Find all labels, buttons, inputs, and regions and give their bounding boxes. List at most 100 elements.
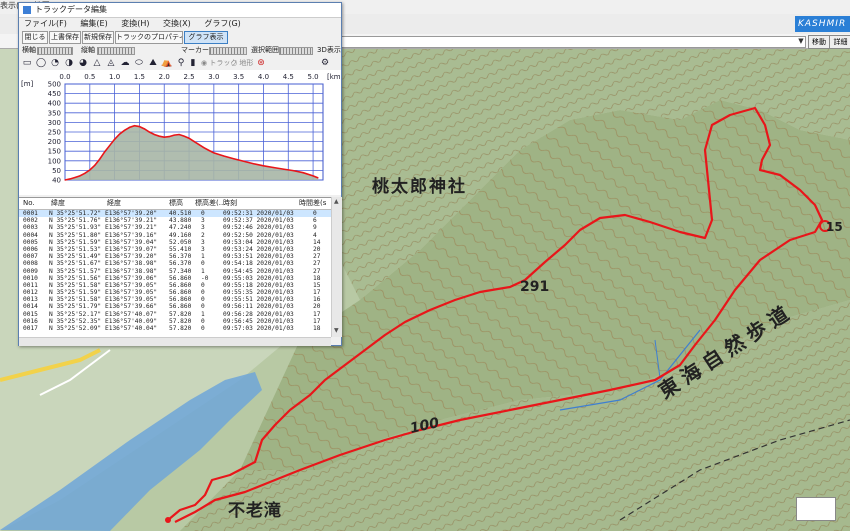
table-cell: 3 xyxy=(201,238,205,246)
map-label-elevation: 291 xyxy=(520,279,550,295)
elevation-point xyxy=(282,168,284,170)
table-cell: 57.820 xyxy=(169,310,192,318)
elevation-point xyxy=(138,125,141,128)
elevation-point xyxy=(148,131,150,133)
elevation-point xyxy=(262,165,265,167)
track-properties-button[interactable]: トラックのプロパティ xyxy=(115,31,183,44)
column-header[interactable]: 緯度 xyxy=(51,198,65,209)
table-cell: 09:52:37 2020/01/03 xyxy=(223,217,294,225)
x-tick-label: 5.0 xyxy=(308,73,319,81)
table-cell: 17 xyxy=(313,289,321,297)
x-tick-label: 0.0 xyxy=(59,73,70,81)
brand-logo: KASHMIR xyxy=(795,16,850,32)
table-row[interactable]: 0017 N 35°25'52.09" E136°57'40.04" 57.820 0 0… xyxy=(19,325,331,332)
detail-button[interactable]: 詳細 xyxy=(829,35,850,49)
save-new-button[interactable]: 新規保存 xyxy=(82,31,114,44)
map-label-falls: 不老滝 xyxy=(228,501,282,521)
track-point-table: No. 緯度 経度 標高 標高差(... 時刻 時間差(s 0001 N 35°25'51.7… xyxy=(19,197,331,338)
v-axis-slider[interactable] xyxy=(97,47,135,55)
scroll-down-icon[interactable]: ▼ xyxy=(334,327,339,334)
menu-exchange[interactable]: 交換(X) xyxy=(163,19,191,28)
elevation-point xyxy=(118,133,121,135)
table-cell: 56.370 xyxy=(169,253,192,261)
record-icon[interactable]: ⊛ xyxy=(255,58,267,68)
table-cell: 09:53:51 2020/01/03 xyxy=(223,253,294,261)
menu-convert[interactable]: 変換(H) xyxy=(121,19,149,28)
x-tick-label: 2.0 xyxy=(159,73,170,81)
menu-file[interactable]: ファイル(F) xyxy=(24,19,67,28)
elevation-point xyxy=(213,152,215,154)
pie-icon[interactable]: ◕ xyxy=(77,58,89,68)
circle-tool-icon[interactable]: ◯ xyxy=(35,58,47,68)
table-cell: 18 xyxy=(313,325,321,332)
table-row[interactable]: 0010 N 35°25'51.56" E136°57'39.06" 56.860 -0… xyxy=(19,275,331,282)
graph-display-button[interactable]: グラフ表示 xyxy=(184,31,228,44)
close-button[interactable]: 閉じる xyxy=(22,31,48,44)
move-button[interactable]: 移動 xyxy=(808,35,830,49)
column-header[interactable]: 標高 xyxy=(169,198,183,209)
table-cell: 2 xyxy=(201,231,205,239)
menu-edit[interactable]: 編集(E) xyxy=(80,19,107,28)
table-row[interactable]: 0003 N 35°25'51.93" E136°57'39.21" 47.240 3 0… xyxy=(19,224,331,231)
location-input[interactable] xyxy=(340,36,806,48)
column-header[interactable]: 標高差(... xyxy=(195,198,225,209)
chevron-down-icon[interactable]: ▼ xyxy=(797,36,805,46)
column-header[interactable]: 経度 xyxy=(107,198,121,209)
table-cell: 27 xyxy=(313,267,321,275)
view-3d-label[interactable]: 3D表示 xyxy=(317,44,341,56)
table-cell: N 35°25'51.56" xyxy=(49,274,102,282)
radio-terrain[interactable]: ○ 地形 xyxy=(231,58,253,68)
column-header[interactable]: 時間差(s xyxy=(299,198,326,209)
shape-icon[interactable]: ⬭ xyxy=(133,58,145,68)
y-unit-label: [m] xyxy=(21,80,34,88)
table-cell: 14 xyxy=(313,238,321,246)
table-cell: 0 xyxy=(313,210,317,217)
elevation-chart[interactable]: 0.0 0.5 1.0 1.5 2.0 2.5 3.0 3.5 4.0 4.5 5.0 500 450 4… xyxy=(19,70,341,195)
table-cell: 47.240 xyxy=(169,224,192,232)
mountain-icon[interactable]: △ xyxy=(91,58,103,68)
column-header[interactable]: 時刻 xyxy=(223,198,237,209)
table-row[interactable]: 0014 N 35°25'51.79" E136°57'39.66" 56.860 0 0… xyxy=(19,303,331,310)
area-icon[interactable]: ◬ xyxy=(105,58,117,68)
map-scale-control[interactable] xyxy=(796,497,836,521)
fill-icon[interactable]: ◑ xyxy=(63,58,75,68)
range-slider[interactable] xyxy=(279,47,313,55)
table-cell: 09:55:35 2020/01/03 xyxy=(223,289,294,297)
marker-slider[interactable] xyxy=(209,47,247,55)
walk-icon[interactable]: ⚲ xyxy=(175,58,187,68)
column-header[interactable]: No. xyxy=(23,198,35,209)
settings-icon[interactable]: ⚙ xyxy=(319,58,331,68)
table-cell: 0006 xyxy=(23,245,38,253)
table-row[interactable]: 0004 N 35°25'51.80" E136°57'39.16" 49.160 2 0… xyxy=(19,232,331,239)
table-row[interactable]: 0011 N 35°25'51.58" E136°57'39.05" 56.860 0 0… xyxy=(19,282,331,289)
range-label: 選択範囲 xyxy=(251,46,279,54)
tent-icon[interactable]: ⛺ xyxy=(161,58,173,68)
table-row[interactable]: 0005 N 35°25'51.59" E136°57'39.04" 52.050 3 0… xyxy=(19,239,331,246)
table-cell: N 35°25'51.80" xyxy=(49,231,102,239)
overwrite-save-button[interactable]: 上書保存 xyxy=(49,31,81,44)
table-row[interactable]: 0016 N 35°25'52.35" E136°57'40.09" 57.820 0 0… xyxy=(19,318,331,325)
thermometer-icon[interactable]: ▮ xyxy=(187,58,199,68)
table-body: 0001 N 35°25'51.72" E136°57'39.20" 40.510 0 0… xyxy=(19,210,331,332)
table-cell: 0 xyxy=(201,325,205,332)
table-cell: E136°57'38.98" xyxy=(105,267,158,275)
table-row[interactable]: 0008 N 35°25'51.67" E136°57'38.98" 56.370 0 0… xyxy=(19,260,331,267)
table-cell: 20 xyxy=(313,245,321,253)
table-cell: 0 xyxy=(201,289,205,297)
cloud-icon[interactable]: ☁ xyxy=(119,58,131,68)
y-tick-label: 250 xyxy=(48,129,61,137)
elevation-point xyxy=(158,135,160,137)
table-cell: 0002 xyxy=(23,217,38,225)
h-axis-slider[interactable] xyxy=(37,47,73,55)
dialog-titlebar[interactable]: トラックデータ編集 xyxy=(19,3,341,18)
menu-graph[interactable]: グラフ(G) xyxy=(204,19,240,28)
lock-icon[interactable]: ◔ xyxy=(49,58,61,68)
table-cell: 0003 xyxy=(23,224,38,232)
peak-icon[interactable]: ⛰ xyxy=(147,58,159,68)
table-row[interactable]: 0015 N 35°25'52.17" E136°57'40.07" 57.820 1 0… xyxy=(19,311,331,318)
line-tool-icon[interactable]: ▭ xyxy=(21,58,33,68)
table-vertical-scrollbar[interactable]: ▲ ▼ xyxy=(331,197,342,337)
table-horizontal-scrollbar[interactable] xyxy=(19,337,331,346)
table-row[interactable]: 0009 N 35°25'51.57" E136°57'38.98" 57.340 1 0… xyxy=(19,268,331,275)
scroll-up-icon[interactable]: ▲ xyxy=(334,198,339,205)
